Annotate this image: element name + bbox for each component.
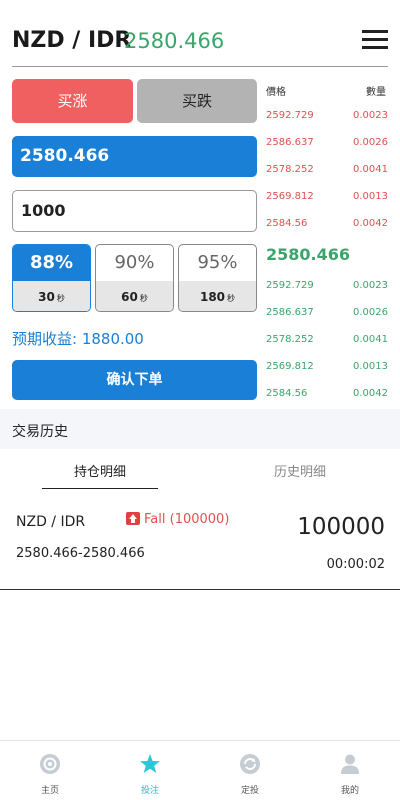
nav-home[interactable]: 主页 (0, 741, 100, 800)
option-duration: 180 秒 (179, 281, 256, 311)
nav-label: 主页 (40, 786, 59, 796)
nav-invest[interactable]: 定投 (200, 741, 300, 800)
nav-bet[interactable]: 投注 (100, 741, 200, 800)
tab-history-details[interactable]: 历史明细 (250, 461, 350, 480)
nav-label: 投注 (140, 786, 159, 796)
bid-row: 2578.252 0.0041 (266, 334, 388, 345)
header: NZD / IDR 2580.466 (0, 0, 400, 68)
option-180s[interactable]: 95% 180 秒 (178, 244, 257, 312)
active-tab-underline (42, 488, 158, 489)
nav-label: 我的 (340, 786, 359, 796)
arrow-up-icon (126, 512, 140, 525)
nav-label: 定投 (240, 786, 259, 796)
position-divider (0, 589, 400, 590)
header-divider (12, 66, 388, 67)
position-countdown: 00:00:02 (326, 557, 385, 572)
home-icon (40, 754, 60, 774)
orderbook-price-header: 價格 (266, 87, 286, 98)
bid-row: 2584.56 0.0042 (266, 388, 388, 399)
ask-row: 2586.637 0.0026 (266, 137, 388, 148)
bid-row: 2569.812 0.0013 (266, 361, 388, 372)
bid-row: 2586.637 0.0026 (266, 307, 388, 318)
ask-row: 2578.252 0.0041 (266, 164, 388, 175)
option-pct: 95% (197, 252, 238, 273)
position-price-range: 2580.466-2580.466 (16, 546, 145, 561)
refresh-icon (240, 754, 260, 774)
ask-row: 2584.56 0.0042 (266, 218, 388, 229)
nav-profile[interactable]: 我的 (300, 741, 400, 800)
option-duration: 60 秒 (96, 281, 173, 311)
confirm-order-button[interactable]: 确认下单 (12, 360, 257, 400)
orderbook-qty-header: 數量 (366, 87, 386, 98)
star-icon (140, 754, 160, 773)
buy-down-button[interactable]: 买跌 (137, 79, 257, 123)
pair-title: NZD / IDR (12, 28, 132, 53)
option-pct: 90% (114, 252, 155, 273)
menu-icon[interactable] (362, 30, 388, 50)
ask-row: 2569.812 0.0013 (266, 191, 388, 202)
current-price-display: 2580.466 (12, 136, 257, 177)
option-60s[interactable]: 90% 60 秒 (95, 244, 174, 312)
amount-input[interactable]: 1000 (12, 190, 257, 232)
position-direction: Fall (100000) (144, 512, 230, 527)
bottom-nav: 主页 投注 定投 我的 (0, 740, 400, 800)
header-price: 2580.466 (124, 29, 225, 53)
history-title: 交易历史 (12, 424, 68, 440)
position-amount: 100000 (297, 514, 385, 540)
option-pct: 88% (13, 245, 90, 281)
option-30s[interactable]: 88% 30 秒 (12, 244, 91, 312)
ask-row: 2592.729 0.0023 (266, 110, 388, 121)
history-section-bar: 交易历史 (0, 409, 400, 449)
option-duration: 30 秒 (13, 281, 90, 311)
buy-up-button[interactable]: 买涨 (12, 79, 133, 123)
position-pair: NZD / IDR (16, 514, 86, 530)
tab-open-positions[interactable]: 持仓明细 (42, 461, 158, 480)
orderbook-mid-price: 2580.466 (266, 245, 351, 264)
bid-row: 2592.729 0.0023 (266, 280, 388, 291)
user-icon (341, 754, 359, 774)
expected-profit: 预期收益: 1880.00 (12, 330, 144, 348)
